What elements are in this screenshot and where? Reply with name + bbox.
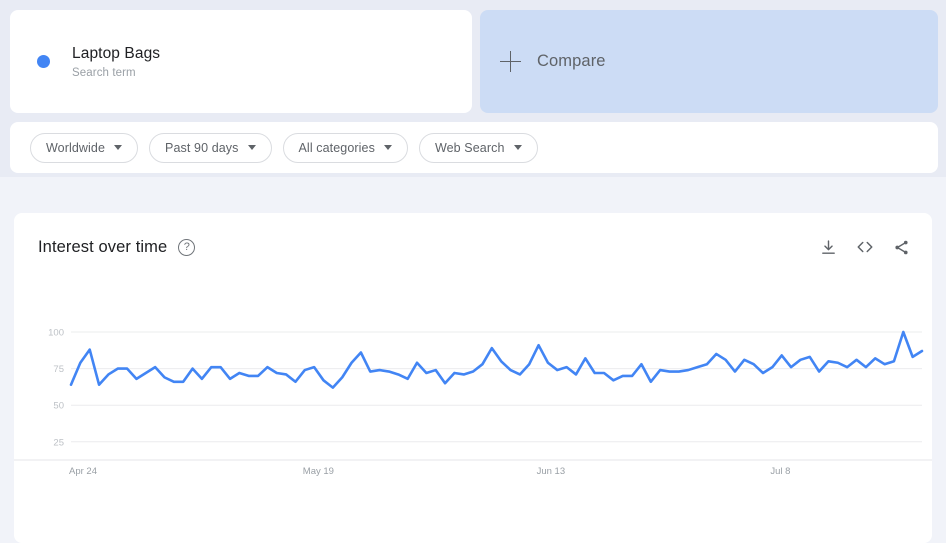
plus-icon — [500, 50, 522, 73]
x-axis-tick-label: Jun 13 — [537, 466, 566, 477]
filter-time-range[interactable]: Past 90 days — [149, 132, 272, 163]
filter-search-type-label: Web Search — [434, 140, 505, 155]
chart-action-group — [820, 238, 910, 256]
filter-location[interactable]: Worldwide — [30, 132, 139, 163]
share-icon[interactable] — [893, 239, 910, 256]
y-axis-tick-label: 75 — [53, 364, 64, 375]
x-axis-tick-label: Apr 24 — [69, 466, 97, 477]
interest-over-time-chart[interactable]: 100 75 50 25 Apr 24 May 19 Jun 13 Jul 8 — [14, 308, 932, 493]
filter-location-label: Worldwide — [46, 140, 106, 155]
chart-svg: 100 75 50 25 Apr 24 May 19 Jun 13 Jul 8 — [14, 328, 932, 477]
term-subtitle: Search term — [72, 66, 136, 79]
add-comparison-card[interactable]: Compare — [480, 10, 938, 113]
term-text-group: Laptop Bags Search term — [72, 44, 160, 80]
term-title: Laptop Bags — [72, 44, 161, 62]
search-term-card[interactable]: Laptop Bags Search term — [10, 10, 472, 113]
compare-label: Compare — [537, 52, 606, 70]
chevron-down-icon — [383, 145, 392, 150]
page-title: Interest over time — [38, 237, 168, 256]
filter-bar: Worldwide Past 90 days All categories We… — [10, 122, 938, 173]
search-terms-row: Laptop Bags Search term Compare — [10, 10, 938, 113]
term-color-dot — [37, 55, 50, 68]
chevron-down-icon — [114, 145, 123, 150]
filter-time-range-label: Past 90 days — [165, 140, 239, 155]
x-axis-tick-label: May 19 — [303, 466, 334, 477]
download-icon[interactable] — [820, 239, 837, 256]
question-mark-icon[interactable]: ? — [178, 238, 196, 256]
y-axis-tick-label: 50 — [53, 401, 64, 412]
filter-search-type[interactable]: Web Search — [418, 132, 538, 163]
interest-over-time-card: Interest over time ? 100 75 50 25 Apr 24… — [14, 213, 932, 543]
y-axis-tick-label: 100 — [48, 328, 64, 339]
y-axis-tick-label: 25 — [53, 437, 64, 448]
embed-code-icon[interactable] — [856, 238, 874, 256]
data-series-line — [69, 330, 924, 389]
filter-category[interactable]: All categories — [282, 132, 408, 163]
x-axis-tick-label: Jul 8 — [770, 466, 790, 477]
filter-category-label: All categories — [298, 140, 375, 155]
chevron-down-icon — [247, 145, 256, 150]
chart-header: Interest over time ? — [38, 232, 910, 262]
chevron-down-icon — [513, 145, 522, 150]
